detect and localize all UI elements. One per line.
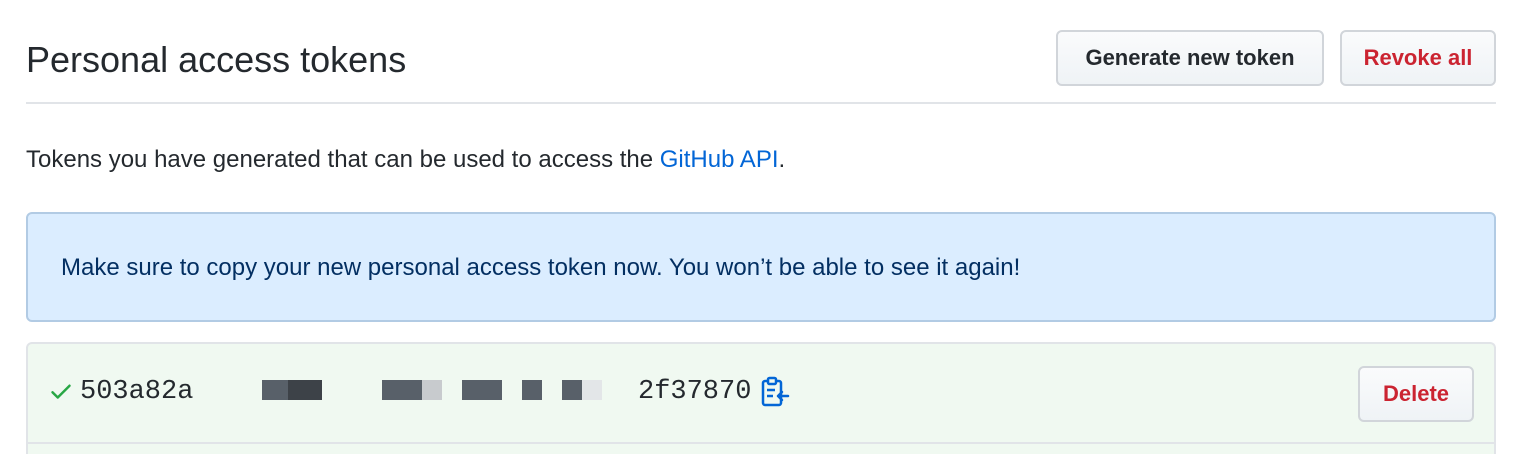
description-suffix: . [778, 146, 786, 173]
copy-token-notice-text: Make sure to copy your new personal acce… [61, 254, 1021, 281]
token-visible-suffix: 2f37870 [638, 377, 752, 407]
new-token-row: 503a82a 2f37870 Delete [26, 342, 1496, 454]
token-redaction [522, 380, 542, 400]
token-redaction [562, 380, 582, 400]
row-divider [28, 442, 1494, 444]
description-text: Tokens you have generated that can be us… [26, 146, 660, 173]
revoke-all-button[interactable]: Revoke all [1340, 30, 1496, 86]
token-redaction [288, 380, 322, 400]
delete-token-button[interactable]: Delete [1358, 366, 1474, 422]
token-redaction [382, 380, 422, 400]
copy-token-notice: Make sure to copy your new personal acce… [26, 212, 1496, 322]
generate-new-token-button[interactable]: Generate new token [1056, 30, 1324, 86]
clipboard-icon[interactable] [760, 376, 790, 408]
personal-access-tokens-page: Personal access tokens Generate new toke… [0, 0, 1522, 454]
page-title: Personal access tokens [26, 39, 407, 80]
token-redaction [262, 380, 288, 400]
token-visible-prefix: 503a82a [80, 377, 194, 407]
token-redaction [462, 380, 502, 400]
github-api-link[interactable]: GitHub API [660, 146, 779, 173]
token-redaction [582, 380, 602, 400]
page-header: Personal access tokens Generate new toke… [26, 28, 1496, 104]
token-redaction [422, 380, 442, 400]
check-icon [51, 384, 71, 399]
tokens-description: Tokens you have generated that can be us… [26, 144, 785, 176]
